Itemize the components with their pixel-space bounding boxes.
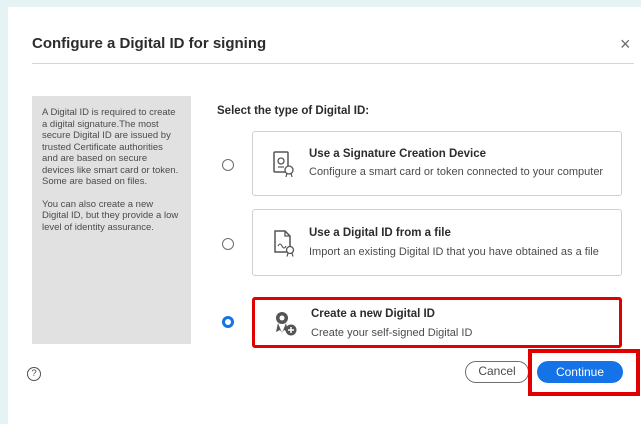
section-label: Select the type of Digital ID: [217, 105, 370, 117]
header-divider [32, 63, 634, 64]
option-digital-id-file[interactable]: Use a Digital ID from a file Import an e… [252, 209, 622, 276]
info-paragraph-2: You can also create a new Digital ID, bu… [42, 198, 179, 233]
signature-device-icon [273, 151, 294, 178]
close-icon[interactable]: × [620, 35, 631, 53]
radio-create-digital-id[interactable] [222, 316, 234, 328]
option-create-digital-id[interactable]: Create a new Digital ID Create your self… [252, 297, 622, 348]
option-title: Use a Signature Creation Device [309, 148, 487, 160]
option-signature-device[interactable]: Use a Signature Creation Device Configur… [252, 131, 622, 196]
dialog-title: Configure a Digital ID for signing [32, 35, 267, 52]
option-description: Configure a smart card or token connecte… [309, 166, 604, 178]
info-paragraph-1: A Digital ID is required to create a dig… [42, 107, 179, 187]
radio-signature-device[interactable] [222, 159, 234, 171]
help-icon[interactable]: ? [27, 367, 41, 381]
info-panel: A Digital ID is required to create a dig… [32, 96, 191, 344]
cancel-button[interactable]: Cancel [465, 361, 529, 383]
create-digital-id-icon [276, 312, 297, 336]
digital-id-file-icon [274, 230, 295, 257]
continue-button[interactable]: Continue [537, 361, 623, 383]
option-title: Create a new Digital ID [311, 308, 435, 320]
radio-digital-id-file[interactable] [222, 238, 234, 250]
option-title: Use a Digital ID from a file [309, 227, 451, 239]
option-description: Import an existing Digital ID that you h… [309, 246, 599, 258]
option-description: Create your self-signed Digital ID [311, 327, 473, 339]
